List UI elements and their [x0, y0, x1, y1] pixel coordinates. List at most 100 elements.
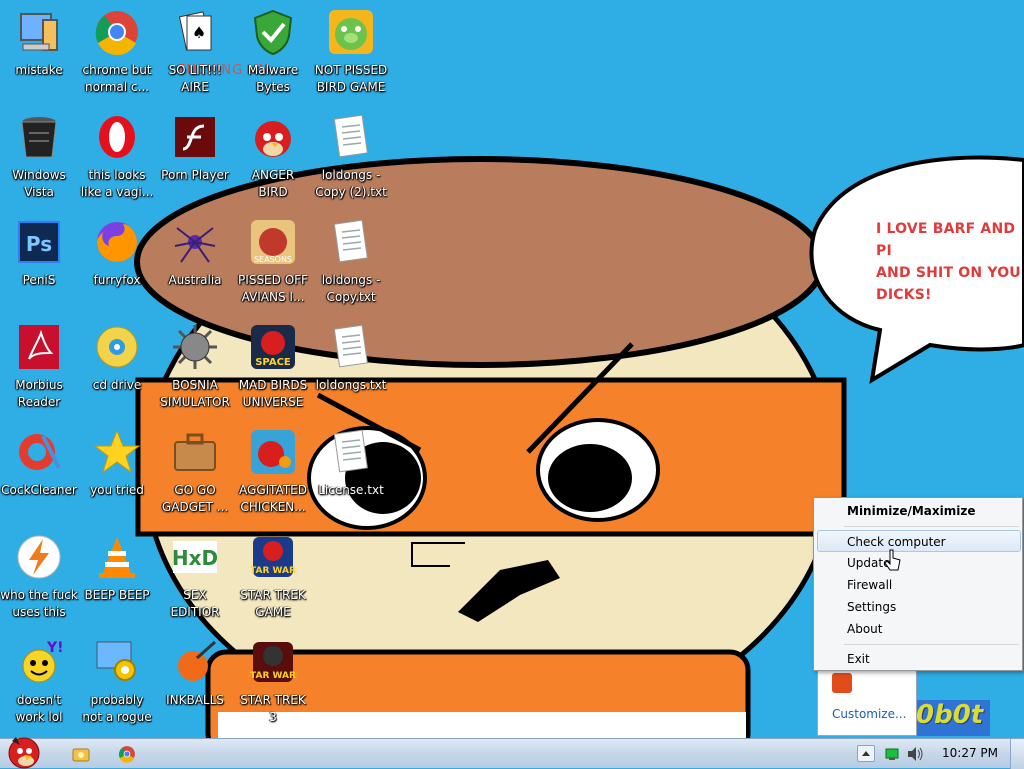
- spider-solitaire-icon: [174, 227, 216, 263]
- desktop-icon-label: Australia: [168, 273, 222, 287]
- desktop-icon-label: Porn Player: [161, 168, 229, 182]
- tray-logo-text: 0b0t: [916, 700, 984, 730]
- menu-item-exit[interactable]: Exit: [817, 648, 1021, 670]
- desktop-icon-label: doesn't work lol: [15, 693, 63, 724]
- desktop-icon-label: ANGER BIRD: [251, 168, 295, 199]
- desktop-icon-star-trek-3[interactable]: STAR WARS STAR TREK 3: [234, 638, 312, 726]
- desktop-icon-mistake[interactable]: mistake: [0, 8, 78, 79]
- desktop-icon-label: loldongs - Copy (2).txt: [315, 168, 387, 199]
- chrome-icon[interactable]: [118, 745, 136, 763]
- desktop-icon-label: STAR TREK GAME: [240, 588, 306, 619]
- desktop-icon-malwarebytes[interactable]: Malware Bytes: [234, 8, 312, 96]
- taskbar-clock[interactable]: 10:27 PM: [936, 739, 1004, 769]
- mouse-cursor-icon: [884, 549, 901, 571]
- desktop-icon-label: GO GO GADGET ...: [161, 483, 229, 514]
- show-desktop-button[interactable]: [1010, 739, 1024, 769]
- desktop-icon-loldongs-copy2[interactable]: loldongs - Copy (2).txt: [312, 113, 390, 201]
- angry-bird-start-icon[interactable]: [2, 731, 48, 769]
- desktop-icon-label: cd drive: [92, 378, 142, 392]
- desktop-icon-label: AGGITATED CHICKEN...: [239, 483, 307, 514]
- cd-disc-icon: [96, 326, 138, 368]
- customize-link[interactable]: Customize...: [832, 707, 906, 721]
- angry-birds-space-icon: SPACE: [251, 325, 295, 369]
- desktop-icon-cockcleaner[interactable]: CockCleaner: [0, 428, 78, 499]
- desktop-icon-label: BEEP BEEP: [84, 588, 150, 602]
- desktop-icon-go-go-gadget[interactable]: GO GO GADGET ...: [156, 428, 234, 516]
- svg-text:SEASONS: SEASONS: [254, 255, 292, 264]
- desktop-icon-label: STAR TREK 3: [240, 693, 306, 724]
- tray-app-icon[interactable]: [832, 673, 852, 693]
- menu-item-about[interactable]: About: [817, 618, 1021, 640]
- menu-separator: [844, 644, 1019, 645]
- desktop-icon-cd-drive[interactable]: cd drive: [78, 323, 156, 394]
- menu-item-settings[interactable]: Settings: [817, 596, 1021, 618]
- vlc-cone-icon: [99, 537, 135, 578]
- chevron-up-icon: [862, 751, 870, 756]
- desktop-icon-label: MAD BIRDS UNIVERSE: [238, 378, 308, 409]
- desktop-icon-firefox[interactable]: furryfox: [78, 218, 156, 289]
- tray-overflow-panel: Customize...: [817, 664, 917, 736]
- flash-player-icon: [175, 117, 215, 157]
- desktop-icon-inkballs[interactable]: INKBALLS: [156, 638, 234, 709]
- desktop-icon-opera[interactable]: this looks like a vagi...: [78, 113, 156, 201]
- desktop-icon-you-tried[interactable]: you tried: [78, 428, 156, 499]
- desktop-icon-label: you tried: [90, 483, 144, 497]
- menu-item-check-computer[interactable]: Check computer: [817, 530, 1021, 552]
- desktop-icon-windows-vista[interactable]: Windows Vista: [0, 113, 78, 201]
- desktop-icon-pissed-off-avians[interactable]: SEASONS PISSED OFF AVIANS I...: [234, 218, 312, 306]
- desktop-icon-yahoo[interactable]: Y! doesn't work lol: [0, 638, 78, 726]
- desktop-icon-australia[interactable]: Australia: [156, 218, 234, 289]
- desktop-icon-rogue[interactable]: probably not a rogue: [78, 638, 156, 726]
- spiked-mine-icon: [173, 325, 217, 369]
- desktop-icon-who-uses-this[interactable]: who the fuck uses this: [0, 533, 78, 621]
- ccleaner-icon: [19, 434, 61, 470]
- menu-item-update[interactable]: Update: [817, 552, 1021, 574]
- network-icon[interactable]: [884, 746, 900, 762]
- speech-bubble-text: I LOVE BARF AND PI AND SHIT ON YOU DICKS…: [876, 221, 1021, 303]
- text-file-icon: [333, 114, 368, 158]
- desktop-icon-solitaire[interactable]: ♠ SO LIT!!! AIRE: [156, 8, 234, 96]
- yahoo-messenger-icon: Y!: [22, 640, 64, 683]
- desktop-icon-mad-birds[interactable]: SPACE MAD BIRDS UNIVERSE: [234, 323, 312, 411]
- svg-text:HxD: HxD: [172, 546, 218, 570]
- desktop-icon-pissed-bird[interactable]: NOT PISSED BIRD GAME: [312, 8, 390, 96]
- desktop-icon-flash[interactable]: Porn Player: [156, 113, 234, 184]
- ink-ball-icon: [178, 640, 216, 681]
- desktop-icon-photoshop[interactable]: Ps PeniS: [0, 218, 78, 289]
- green-pig-icon: [329, 10, 373, 54]
- volume-icon[interactable]: [906, 746, 924, 762]
- desktop-icon-label: loldongs.txt: [315, 378, 387, 392]
- text-file-icon: [333, 219, 368, 263]
- show-hidden-icons-button[interactable]: [857, 745, 875, 762]
- opera-icon: [99, 116, 135, 158]
- chrome-icon: [95, 11, 138, 56]
- desktop-icon-loldongs[interactable]: loldongs.txt: [312, 323, 390, 394]
- menu-item-firewall[interactable]: Firewall: [817, 574, 1021, 596]
- desktop-icon-anger-bird[interactable]: ANGER BIRD: [234, 113, 312, 201]
- desktop-icon-morbius[interactable]: Morbius Reader: [0, 323, 78, 411]
- desktop-icon-beep-beep[interactable]: BEEP BEEP: [78, 533, 156, 604]
- photoshop-icon: Ps: [18, 221, 60, 263]
- menu-separator: [844, 526, 1019, 527]
- taskbar: 10:27 PM: [0, 737, 1024, 769]
- desktop-icon-license[interactable]: License.txt: [312, 428, 390, 499]
- desktop-icon-star-trek-game[interactable]: STAR WARS STAR TREK GAME: [234, 533, 312, 621]
- svg-text:Y!: Y!: [46, 640, 63, 656]
- text-file-icon: [333, 429, 368, 473]
- desktop-icon-chrome[interactable]: chrome but normal c...: [78, 8, 156, 96]
- angry-birds-rio-icon: [251, 430, 295, 474]
- desktop-icon-label: probably not a rogue: [82, 693, 152, 724]
- gear-monitor-icon: [96, 641, 136, 681]
- desktop-icon-label: loldongs - Copy.txt: [321, 273, 381, 304]
- desktop-icon-aggitated-chicken[interactable]: AGGITATED CHICKEN...: [234, 428, 312, 516]
- desktop-icon-label: Malware Bytes: [247, 63, 299, 94]
- desktop-icon-loldongs-copy[interactable]: loldongs - Copy.txt: [312, 218, 390, 306]
- desktop-icon-bosnia[interactable]: BOSNIA SIMULATOR: [156, 323, 234, 411]
- desktop-icon-label: NOT PISSED BIRD GAME: [314, 63, 388, 94]
- menu-item-minimize-maximize[interactable]: Minimize/Maximize: [817, 500, 1021, 522]
- desktop-icon-sex-editior[interactable]: HxD SEX EDITIOR: [156, 533, 234, 621]
- svg-text:Ps: Ps: [26, 232, 52, 256]
- folder-explorer-icon[interactable]: [72, 745, 90, 763]
- desktop-icon-label: SO LIT!!! AIRE: [168, 63, 222, 94]
- trash-bin-icon: [21, 117, 57, 158]
